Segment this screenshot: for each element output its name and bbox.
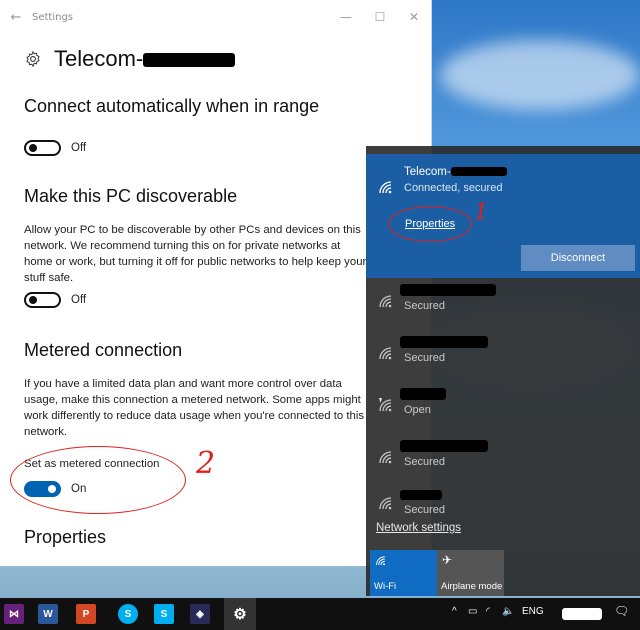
network-flyout: Telecom- Connected, secured Properties 1…	[366, 146, 640, 596]
page-header: Telecom-	[0, 34, 431, 84]
skype-for-business-icon[interactable]: S	[154, 604, 174, 624]
app-icon[interactable]: ◈	[190, 604, 210, 624]
active-network-status: Connected, secured	[404, 182, 503, 194]
wifi-icon	[379, 181, 392, 194]
window-title: Settings	[32, 11, 74, 23]
metered-description: If you have a limited data plan and want…	[24, 378, 365, 438]
active-network-name-text: Telecom-	[404, 166, 451, 178]
settings-gear-icon[interactable]: ⚙	[230, 604, 250, 624]
wifi-icon	[379, 497, 392, 510]
annotation-ellipse-properties	[388, 206, 472, 242]
active-network-panel[interactable]: Telecom- Connected, secured Properties 1…	[366, 154, 640, 278]
discoverable-toggle[interactable]	[24, 292, 61, 308]
network-status: Secured	[404, 504, 445, 514]
redaction-bar	[143, 53, 236, 68]
network-list-item[interactable]: Open	[366, 384, 640, 434]
page-title: Telecom-	[54, 46, 236, 72]
redaction-bar	[400, 490, 442, 500]
wifi-icon	[376, 556, 385, 566]
discoverable-row: Off	[24, 292, 86, 308]
annotation-number-2: 2	[196, 446, 216, 481]
volume-icon[interactable]: 🔈	[502, 606, 514, 617]
redaction-bar	[562, 608, 602, 620]
airplane-icon: ✈	[442, 553, 453, 567]
maximize-button[interactable]: ☐	[363, 10, 397, 24]
wifi-quick-action[interactable]: Wi-Fi	[370, 550, 437, 596]
chevron-up-icon[interactable]: ^	[452, 606, 457, 617]
redaction-bar	[400, 440, 488, 452]
wifi-tile-label: Wi-Fi	[374, 581, 397, 592]
connect-auto-row: Off	[24, 140, 86, 156]
gear-icon	[26, 50, 40, 68]
network-name: Telecom-	[54, 46, 144, 71]
connect-auto-state: Off	[71, 142, 87, 154]
toggle-knob	[29, 296, 37, 304]
title-bar: ← Settings — ☐ ✕	[0, 0, 431, 34]
wifi-tray-icon[interactable]: ◜	[486, 606, 490, 617]
language-indicator[interactable]: ENG	[522, 606, 544, 617]
network-list-item[interactable]: Secured	[366, 332, 640, 382]
active-network-name: Telecom-	[404, 166, 507, 178]
network-status: Secured	[404, 352, 445, 364]
redaction-bar	[400, 336, 488, 348]
redaction-bar	[450, 167, 507, 177]
airplane-tile-label: Airplane mode	[441, 581, 503, 592]
word-icon[interactable]: W	[38, 604, 58, 624]
wifi-icon	[379, 451, 392, 464]
discoverable-state: Off	[71, 294, 87, 306]
connect-auto-title: Connect automatically when in range	[24, 96, 320, 116]
battery-icon[interactable]: ▭	[468, 606, 477, 617]
disconnect-button[interactable]: Disconnect	[521, 245, 635, 271]
network-status: Secured	[404, 300, 445, 312]
redaction-bar	[400, 284, 496, 296]
properties-title: Properties	[24, 527, 107, 547]
network-list-item[interactable]: Secured	[366, 488, 640, 514]
wifi-icon	[379, 295, 392, 308]
network-settings-link[interactable]: Network settings	[376, 522, 461, 534]
visual-studio-icon[interactable]: ⋈	[4, 604, 24, 624]
redaction-bar	[400, 388, 446, 400]
open-wifi-icon	[379, 398, 392, 412]
toggle-knob	[29, 144, 37, 152]
airplane-mode-quick-action[interactable]: ✈ Airplane mode	[437, 550, 504, 596]
discoverable-description: Allow your PC to be discoverable by othe…	[24, 224, 367, 284]
network-list-item[interactable]: Secured	[366, 280, 640, 330]
minimize-button[interactable]: —	[329, 10, 363, 24]
back-arrow-icon[interactable]: ←	[0, 10, 32, 25]
desktop-cloud	[440, 40, 640, 110]
taskbar: ⋈ W P S S ◈ ⚙ ^ ▭ ◜ 🔈 ENG 🗨	[0, 598, 640, 630]
metered-title: Metered connection	[24, 340, 183, 360]
connect-auto-toggle[interactable]	[24, 140, 61, 156]
network-list-item[interactable]: Secured	[366, 436, 640, 486]
annotation-ellipse-metered	[10, 446, 186, 514]
network-status: Secured	[404, 456, 445, 468]
discoverable-title: Make this PC discoverable	[24, 186, 238, 206]
notification-icon[interactable]: 🗨	[614, 604, 629, 618]
close-button[interactable]: ✕	[397, 10, 431, 24]
annotation-number-1: 1	[474, 200, 488, 225]
network-status: Open	[404, 404, 431, 416]
powerpoint-icon[interactable]: P	[76, 604, 96, 624]
wifi-icon	[379, 347, 392, 360]
skype-icon[interactable]: S	[118, 604, 138, 624]
